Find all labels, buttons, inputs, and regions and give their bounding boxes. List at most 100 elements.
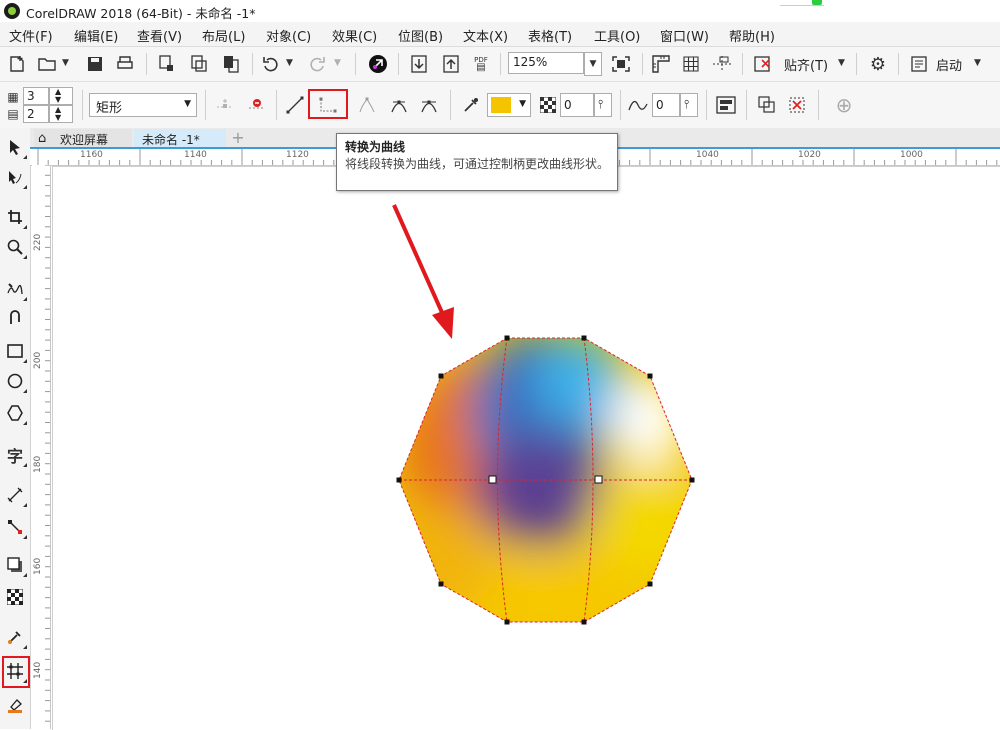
eyedropper-icon[interactable] <box>460 94 482 116</box>
transparency-tool-icon[interactable] <box>2 584 28 610</box>
export-icon[interactable] <box>188 53 210 75</box>
smoothing-slider-icon[interactable]: ⫯ <box>680 93 698 117</box>
color-eyedropper-tool-icon[interactable] <box>2 624 28 650</box>
ellipse-tool-icon[interactable] <box>2 368 28 394</box>
parallel-dimension-tool-icon[interactable] <box>2 482 28 508</box>
corel-connect-icon[interactable] <box>366 52 390 76</box>
import-icon[interactable] <box>156 53 178 75</box>
smoothing-input[interactable]: 0 <box>652 93 680 117</box>
show-grid-icon[interactable] <box>680 53 702 75</box>
full-screen-icon[interactable] <box>610 53 632 75</box>
curve-smoothness-icon[interactable] <box>626 94 650 116</box>
menu-object[interactable]: 对象(C) <box>266 26 311 45</box>
ruler-v-tick-label: 200 <box>33 351 43 369</box>
coreldraw-logo-icon <box>4 3 20 19</box>
cusp-node-icon[interactable] <box>356 94 378 116</box>
options-gear-icon[interactable]: ⚙ <box>866 53 890 75</box>
launch-dropdown-icon[interactable]: ▼ <box>974 58 981 68</box>
transparency-slider-icon[interactable]: ⫯ <box>594 93 612 117</box>
text-tool-icon[interactable]: 字 <box>2 442 28 468</box>
shape-type-select[interactable]: 矩形 ▼ <box>89 93 197 117</box>
shape-type-value: 矩形 <box>96 101 123 116</box>
undo-icon[interactable] <box>260 53 282 75</box>
open-folder-icon[interactable] <box>36 53 58 75</box>
rectangle-tool-icon[interactable] <box>2 338 28 364</box>
grid-rows-input[interactable]: 3 <box>23 87 49 105</box>
transparency-input[interactable]: 0 <box>560 93 594 117</box>
tab-welcome-screen[interactable]: ⌂ 欢迎屏幕 <box>34 129 132 148</box>
tooltip: 转换为曲线 将线段转换为曲线，可通过控制柄更改曲线形状。 <box>336 133 618 191</box>
show-rulers-icon[interactable] <box>650 53 672 75</box>
export-pdf-button[interactable]: PDF ▤ <box>468 52 494 76</box>
redo-dropdown-icon[interactable]: ▼ <box>334 58 341 68</box>
convert-to-curve-highlight <box>308 89 348 119</box>
shape-tool-icon[interactable] <box>2 164 28 190</box>
export-up-icon[interactable] <box>440 53 462 75</box>
new-document-icon[interactable] <box>6 53 28 75</box>
undo-dropdown-icon[interactable]: ▼ <box>286 58 293 68</box>
interactive-fill-tool-icon[interactable] <box>2 692 28 718</box>
mesh-fill-tool-highlight <box>2 656 30 688</box>
menu-table[interactable]: 表格(T) <box>528 26 572 45</box>
title-bar: CorelDRAW 2018 (64-Bit) - 未命名 -1* <box>0 0 1000 22</box>
add-property-icon[interactable]: ⊕ <box>832 93 856 117</box>
mesh-node[interactable] <box>488 475 497 484</box>
home-icon: ⌂ <box>38 131 47 146</box>
menu-layout[interactable]: 布局(L) <box>202 26 245 45</box>
ruler-v-tick-label: 180 <box>33 455 43 473</box>
menu-window[interactable]: 窗口(W) <box>660 26 709 45</box>
copy-mesh-properties-icon[interactable] <box>756 94 778 116</box>
mesh-node[interactable] <box>594 475 603 484</box>
zoom-level-input[interactable]: 125% <box>508 52 584 74</box>
redo-icon[interactable] <box>306 53 328 75</box>
freehand-tool-icon[interactable] <box>2 276 28 302</box>
add-tab-button[interactable]: + <box>230 129 246 148</box>
grid-columns-input[interactable]: 2 <box>23 105 49 123</box>
save-icon[interactable] <box>84 53 106 75</box>
pick-tool-icon[interactable] <box>2 134 28 160</box>
menu-bitmaps[interactable]: 位图(B) <box>398 26 443 45</box>
crop-tool-icon[interactable] <box>2 204 28 230</box>
menu-help[interactable]: 帮助(H) <box>729 26 775 45</box>
clear-mesh-icon[interactable] <box>786 94 808 116</box>
rows-spinner[interactable]: ▲ ▼ <box>49 87 73 105</box>
connector-tool-icon[interactable] <box>2 514 28 540</box>
import-down-icon[interactable] <box>408 53 430 75</box>
zoom-tool-icon[interactable] <box>2 234 28 260</box>
publish-icon[interactable] <box>220 53 242 75</box>
delete-node-icon[interactable] <box>246 94 268 116</box>
vertical-ruler[interactable]: 220 200 180 160 140 <box>32 165 51 729</box>
menu-effects[interactable]: 效果(C) <box>332 26 377 45</box>
window-controls[interactable] <box>780 0 824 6</box>
columns-spinner[interactable]: ▲ ▼ <box>49 105 73 123</box>
snap-to-label[interactable]: 贴齐(T) <box>784 55 828 74</box>
menu-edit[interactable]: 编辑(E) <box>74 26 118 45</box>
window-title: CorelDRAW 2018 (64-Bit) - 未命名 -1* <box>26 6 256 21</box>
show-guidelines-icon[interactable] <box>710 53 734 75</box>
tab-document[interactable]: 未命名 -1* <box>134 129 226 148</box>
mesh-fill-octagon[interactable] <box>380 320 710 640</box>
artistic-media-tool-icon[interactable] <box>2 306 28 332</box>
pdf-doc-icon: ▤ <box>476 62 486 73</box>
menu-file[interactable]: 文件(F) <box>9 26 53 45</box>
mesh-align-icon[interactable] <box>714 94 738 116</box>
open-dropdown-icon[interactable]: ▼ <box>62 58 69 68</box>
polygon-tool-icon[interactable] <box>2 400 28 426</box>
convert-to-line-icon[interactable] <box>284 94 306 116</box>
smooth-node-icon[interactable] <box>388 94 410 116</box>
menu-view[interactable]: 查看(V) <box>137 26 182 45</box>
node-color-picker[interactable]: ▼ <box>487 93 531 117</box>
snap-to-icon[interactable] <box>752 53 774 75</box>
launch-label[interactable]: 启动 <box>936 55 962 74</box>
menu-text[interactable]: 文本(X) <box>463 26 508 45</box>
print-icon[interactable] <box>114 53 136 75</box>
node-color-swatch <box>491 97 511 113</box>
symmetrical-node-icon[interactable] <box>418 94 440 116</box>
launch-icon[interactable] <box>908 53 930 75</box>
snap-dropdown-icon[interactable]: ▼ <box>838 58 845 68</box>
add-node-icon[interactable] <box>214 94 236 116</box>
drop-shadow-tool-icon[interactable] <box>2 552 28 578</box>
zoom-dropdown-icon[interactable]: ▼ <box>584 52 602 76</box>
menu-tools[interactable]: 工具(O) <box>594 26 640 45</box>
transparency-icon[interactable] <box>538 94 558 116</box>
